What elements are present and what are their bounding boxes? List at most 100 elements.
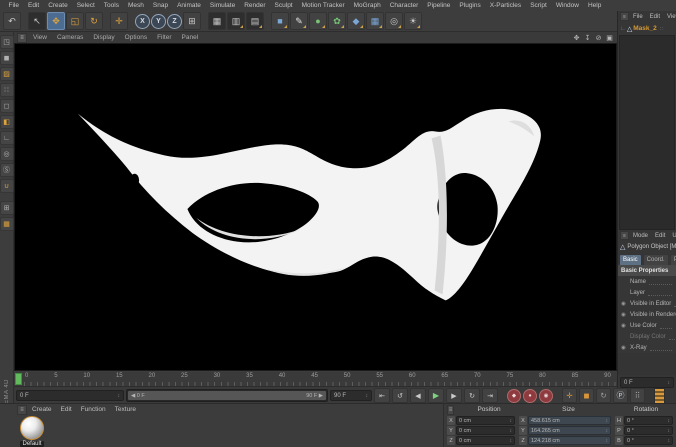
menu-plugins[interactable]: Plugins xyxy=(455,2,485,9)
timeline-ruler[interactable]: 05 10 15 20 25 30 35 40 45 50 55 60 65 70 75 80… xyxy=(14,372,617,387)
position-y-field[interactable]: 0 cm ↕ xyxy=(456,426,515,435)
goto-end-button[interactable]: ⇥ xyxy=(482,388,498,403)
spinner-icon[interactable]: ↕ xyxy=(603,428,609,434)
move-tool-button[interactable]: ✥ xyxy=(47,12,65,30)
add-camera-button[interactable]: ◎ xyxy=(385,12,403,30)
add-light-button[interactable]: ☀ xyxy=(404,12,422,30)
workplane-button[interactable]: ▦ xyxy=(0,217,14,231)
spinner-icon[interactable]: ↕ xyxy=(665,380,671,386)
zoom-view-icon[interactable]: ↧ xyxy=(583,34,592,42)
range-end-field[interactable]: 90 F ↕ xyxy=(330,390,372,401)
render-settings-button[interactable]: ▤ xyxy=(246,12,264,30)
object-manager-panel-icon[interactable]: ≡ xyxy=(620,12,629,21)
render-picture-viewer-button[interactable]: ▥ xyxy=(227,12,245,30)
spinner-icon[interactable]: ↕ xyxy=(665,438,671,444)
mask-3d-model[interactable] xyxy=(15,44,616,370)
pan-view-icon[interactable]: ✥ xyxy=(572,34,581,42)
menu-motion-tracker[interactable]: Motion Tracker xyxy=(297,2,349,9)
polygons-mode-button[interactable]: ◧ xyxy=(0,115,14,129)
record-active-objects-button[interactable]: ◆ xyxy=(507,388,521,403)
toggle-icon[interactable]: ◉ xyxy=(621,312,628,318)
size-z-field[interactable]: 124.218 cm ↕ xyxy=(528,436,611,445)
property-row-use-color[interactable]: ◉ Use Color xyxy=(618,320,676,331)
mm-menu-create[interactable]: Create xyxy=(28,406,56,413)
edges-mode-button[interactable]: ◻ xyxy=(0,99,14,113)
menu-mesh[interactable]: Mesh xyxy=(123,2,148,9)
add-deformer-button[interactable]: ✿ xyxy=(328,12,346,30)
goto-start-button[interactable]: ⇤ xyxy=(374,388,390,403)
prev-frame-button[interactable]: ◀ xyxy=(410,388,426,403)
magnet-button[interactable]: ∪ xyxy=(0,179,14,193)
render-view-button[interactable]: ▦ xyxy=(208,12,226,30)
add-spline-button[interactable]: ✎ xyxy=(290,12,308,30)
property-row-x-ray[interactable]: ◉ X-Ray xyxy=(618,342,676,353)
menu-sculpt[interactable]: Sculpt xyxy=(270,2,297,9)
selection-tool-button[interactable]: ↖ xyxy=(28,12,46,30)
spinner-icon[interactable]: ↕ xyxy=(665,418,671,424)
size-x-field[interactable]: 458.615 cm ↕ xyxy=(528,416,611,425)
menu-simulate[interactable]: Simulate xyxy=(205,2,239,9)
texture-mode-button[interactable]: ▨ xyxy=(0,67,14,81)
menu-window[interactable]: Window xyxy=(551,2,583,9)
preview-range-slider[interactable]: ◀ 0 F 90 F ▶ xyxy=(126,389,328,402)
menu-x-particles[interactable]: X-Particles xyxy=(485,2,525,9)
menu-file[interactable]: File xyxy=(4,2,23,9)
lock-y-axis-button[interactable]: Y xyxy=(151,13,166,29)
current-frame-field[interactable]: 0 F ↕ xyxy=(16,390,124,401)
coordinate-panel-icon[interactable]: ≡ xyxy=(447,404,454,415)
om-menu-edit[interactable]: Edit xyxy=(647,14,663,20)
key-parameter-button[interactable]: Ⓟ xyxy=(613,388,628,403)
add-floor-button[interactable]: ▦ xyxy=(366,12,384,30)
last-tool-button[interactable]: ✛ xyxy=(110,12,128,30)
om-menu-file[interactable]: File xyxy=(630,14,646,20)
viewport-menu-cameras[interactable]: Cameras xyxy=(53,34,87,41)
spinner-icon[interactable]: ↕ xyxy=(363,393,369,399)
rotation-p-field[interactable]: 0 ° ↕ xyxy=(624,426,673,435)
enable-axis-button[interactable]: ∟ xyxy=(0,131,14,145)
spinner-icon[interactable]: ↕ xyxy=(603,438,609,444)
object-name[interactable]: Mask_2 xyxy=(633,25,657,32)
make-editable-button[interactable]: ◳ xyxy=(0,35,14,49)
menu-character[interactable]: Character xyxy=(385,2,423,9)
autokeying-button[interactable]: ● xyxy=(523,388,537,403)
points-mode-button[interactable]: ∷ xyxy=(0,83,14,97)
rotate-view-icon[interactable]: ⊘ xyxy=(594,34,603,42)
next-frame-button[interactable]: ▶ xyxy=(446,388,462,403)
property-row-name[interactable]: Name xyxy=(618,276,676,287)
toggle-icon[interactable]: ◉ xyxy=(621,345,628,351)
rotate-tool-button[interactable]: ↻ xyxy=(85,12,103,30)
menu-create[interactable]: Create xyxy=(44,2,73,9)
lock-workplane-button[interactable]: ⊞ xyxy=(0,201,14,215)
slider-left-arrow-icon[interactable]: ◀ xyxy=(131,393,135,399)
object-row-mask2[interactable]: ∟ △ Mask_2 :: xyxy=(618,22,676,35)
spinner-icon[interactable]: ↕ xyxy=(603,418,609,424)
toggle-icon[interactable]: ◉ xyxy=(621,301,628,307)
coordinate-system-button[interactable]: ⊞ xyxy=(183,12,201,30)
menu-pipeline[interactable]: Pipeline xyxy=(423,2,455,9)
snap-button[interactable]: Ⓢ xyxy=(0,163,14,177)
key-pla-button[interactable]: ⠿ xyxy=(630,388,645,403)
menu-tools[interactable]: Tools xyxy=(99,2,123,9)
add-environment-button[interactable]: ◆ xyxy=(347,12,365,30)
lock-z-axis-button[interactable]: Z xyxy=(167,13,182,29)
material-manager-panel-icon[interactable]: ≡ xyxy=(17,404,27,415)
key-position-button[interactable]: ✛ xyxy=(562,388,577,403)
viewport-menu-panel[interactable]: Panel xyxy=(178,34,203,41)
add-primitive-button[interactable]: ■ xyxy=(271,12,289,30)
property-row-visible-in-renderer[interactable]: ◉ Visible in Renderer xyxy=(618,309,676,320)
viewport-panel-icon[interactable]: ≡ xyxy=(17,32,27,43)
spinner-icon[interactable]: ↕ xyxy=(507,438,513,444)
keyframe-selection-button[interactable]: ◉ xyxy=(539,388,553,403)
mm-menu-texture[interactable]: Texture xyxy=(111,406,140,413)
material-sphere-thumbnail[interactable] xyxy=(20,416,44,440)
viewport-menu-options[interactable]: Options xyxy=(121,34,151,41)
slider-right-arrow-icon[interactable]: ▶ xyxy=(319,393,323,399)
am-menu-edit[interactable]: Edit xyxy=(652,233,668,239)
range-slider-bar[interactable]: ◀ 0 F 90 F ▶ xyxy=(128,391,326,400)
tab-basic[interactable]: Basic xyxy=(619,254,642,265)
toggle-view-icon[interactable]: ▣ xyxy=(605,34,614,42)
mm-menu-edit[interactable]: Edit xyxy=(57,406,76,413)
playhead[interactable] xyxy=(15,373,22,385)
key-scale-button[interactable]: ◼ xyxy=(579,388,594,403)
mm-menu-function[interactable]: Function xyxy=(77,406,110,413)
